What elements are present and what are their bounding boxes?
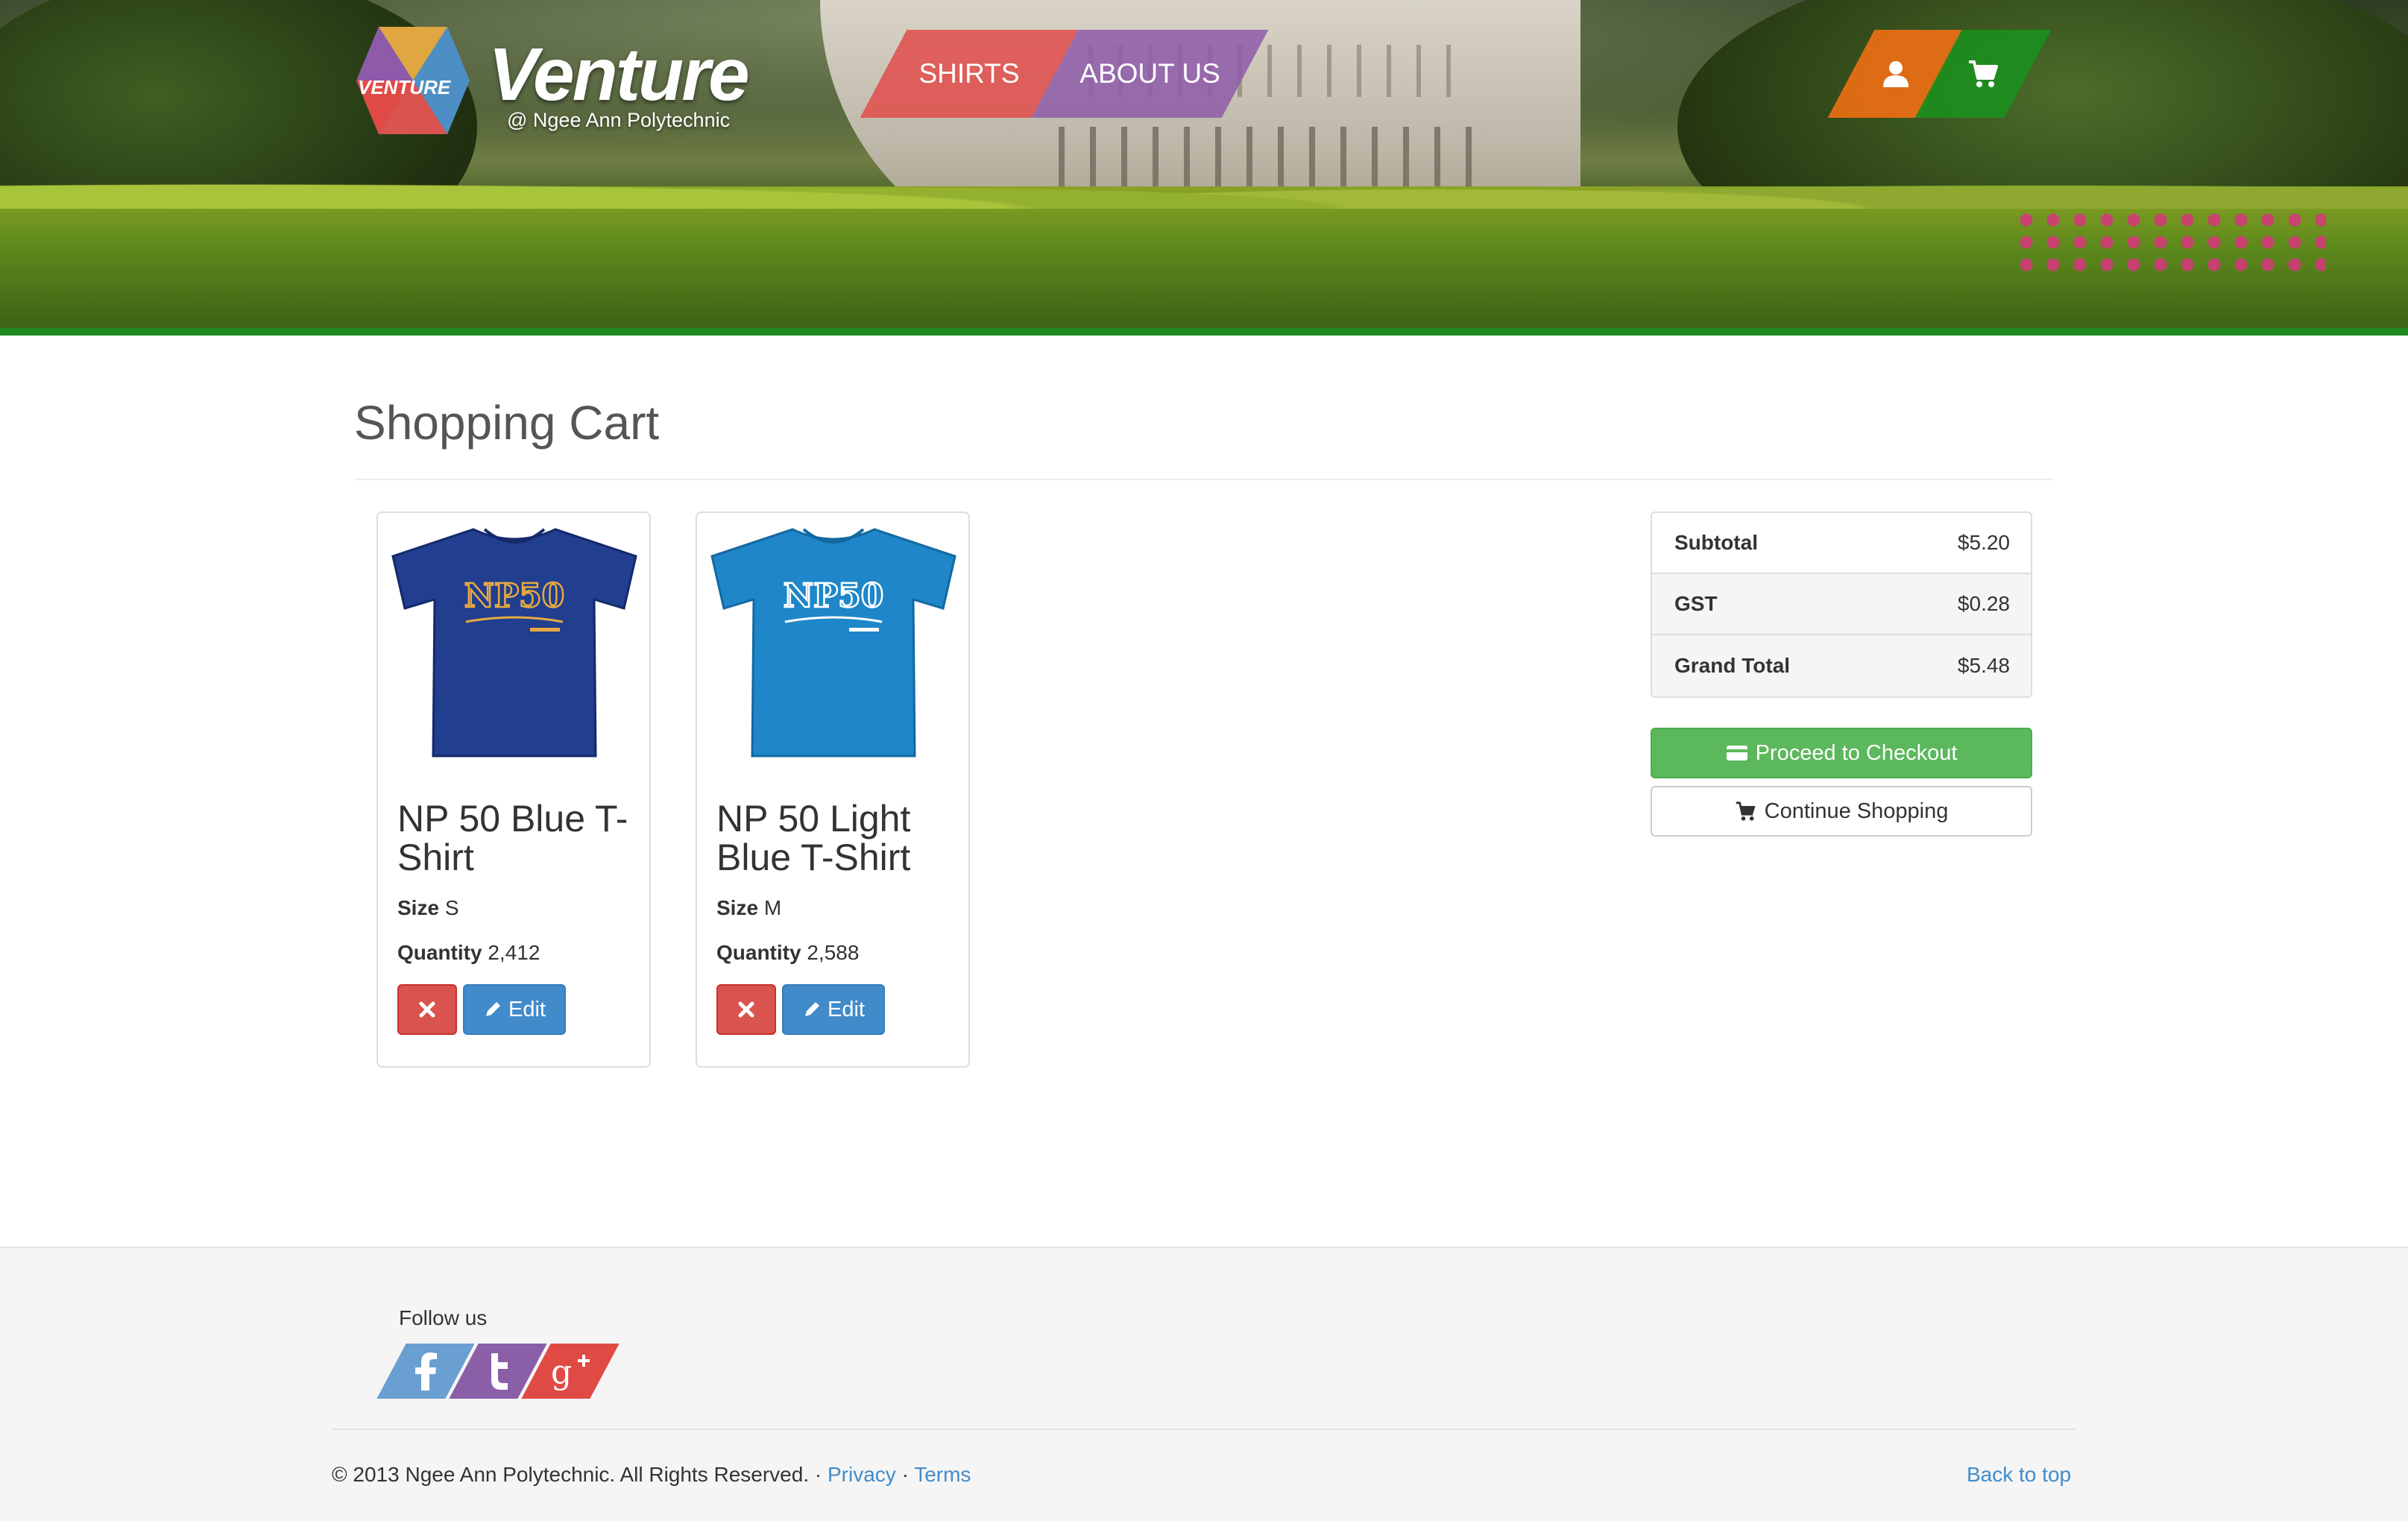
edit-item-button[interactable]: Edit: [463, 984, 566, 1035]
brand-name: Venture: [488, 33, 750, 116]
size-label: Size: [397, 896, 440, 919]
subtotal-row: Subtotal $5.20: [1652, 513, 2031, 574]
nav-about-us-label: ABOUT US: [1079, 58, 1220, 89]
product-name: NP 50 Blue T-Shirt: [397, 798, 628, 878]
gst-row: GST $0.28: [1652, 574, 2031, 635]
cart-button[interactable]: [1914, 30, 2052, 118]
size-value: M: [763, 896, 782, 919]
pencil-icon: [486, 1002, 500, 1016]
svg-text:g: g: [551, 1353, 572, 1391]
terms-link[interactable]: Terms: [914, 1463, 971, 1486]
order-summary-table: Subtotal $5.20 GST $0.28 Grand Total $5.…: [1651, 511, 2032, 698]
twitter-link[interactable]: [449, 1344, 547, 1399]
facebook-icon: [415, 1352, 437, 1391]
cart-icon: [1736, 802, 1756, 821]
product-image: NP50: [391, 528, 637, 758]
back-to-top-link[interactable]: Back to top: [1967, 1463, 2071, 1487]
proceed-to-checkout-button[interactable]: Proceed to Checkout: [1651, 728, 2032, 778]
credit-card-icon: [1726, 746, 1747, 760]
product-quantity: Quantity 2,588: [716, 941, 859, 965]
cart-icon: [1969, 60, 1998, 87]
user-icon: [1883, 61, 1909, 87]
remove-item-button[interactable]: [397, 984, 457, 1035]
copyright-text: © 2013 Ngee Ann Polytechnic. All Rights …: [332, 1463, 822, 1486]
remove-icon: [419, 1001, 435, 1018]
brand-tagline: @ Ngee Ann Polytechnic: [507, 109, 731, 131]
quantity-value: 2,412: [488, 941, 540, 964]
product-quantity: Quantity 2,412: [397, 941, 540, 965]
quantity-label: Quantity: [716, 941, 801, 964]
subtotal-value: $5.20: [1957, 531, 2010, 554]
cart-item: NP50 NP 50 Light Blue T-Shirt Size M Qua…: [696, 511, 970, 1068]
logo-hexagon-icon: VENTURE: [356, 27, 470, 134]
twitter-icon: [491, 1353, 508, 1390]
shirt-print-text: NP50: [784, 577, 884, 615]
subtotal-label: Subtotal: [1674, 531, 1758, 554]
edit-label: Edit: [508, 997, 546, 1021]
privacy-link[interactable]: Privacy: [828, 1463, 896, 1486]
grand-total-label: Grand Total: [1674, 654, 1791, 677]
product-size: Size S: [397, 896, 459, 920]
gst-label: GST: [1674, 592, 1718, 615]
quantity-value: 2,588: [807, 941, 860, 964]
product-image: NP50: [710, 528, 956, 758]
edit-label: Edit: [828, 997, 865, 1021]
nav-shirts-label: SHIRTS: [918, 58, 1020, 89]
grand-total-value: $5.48: [1957, 654, 2010, 677]
checkout-label: Proceed to Checkout: [1755, 740, 1958, 765]
remove-item-button[interactable]: [716, 984, 776, 1035]
footer-divider: [332, 1429, 2076, 1430]
continue-label: Continue Shopping: [1764, 799, 1949, 823]
header-banner: VENTURE Venture @ Ngee Ann Polytechnic S…: [0, 0, 2408, 336]
pencil-icon: [805, 1002, 819, 1016]
google-plus-icon: g: [551, 1353, 590, 1391]
remove-icon: [738, 1001, 754, 1018]
size-value: S: [444, 896, 459, 919]
page-title: Shopping Cart: [354, 396, 660, 450]
logo-badge-text: VENTURE: [358, 76, 451, 98]
copyright-line: © 2013 Ngee Ann Polytechnic. All Rights …: [332, 1463, 971, 1487]
follow-us-label: Follow us: [399, 1306, 488, 1329]
edit-item-button[interactable]: Edit: [782, 984, 885, 1035]
nav-about-us[interactable]: ABOUT US: [1031, 30, 1269, 118]
gst-value: $0.28: [1957, 592, 2010, 615]
google-plus-link[interactable]: g: [521, 1344, 620, 1399]
header-accent-bar: [0, 328, 2408, 336]
shirt-print-text: NP50: [464, 577, 565, 615]
product-size: Size M: [716, 896, 781, 920]
link-separator: ·: [901, 1463, 909, 1486]
tshirt-shape: [710, 528, 956, 758]
banner-flowers: [2013, 209, 2326, 276]
brand-logo[interactable]: VENTURE Venture @ Ngee Ann Polytechnic: [350, 21, 768, 144]
tshirt-shape: [391, 528, 637, 758]
grand-total-row: Grand Total $5.48: [1652, 635, 2031, 696]
cart-item: NP50 NP 50 Blue T-Shirt Size S Quantity …: [376, 511, 651, 1068]
size-label: Size: [716, 896, 759, 919]
title-divider: [354, 479, 2054, 480]
product-name: NP 50 Light Blue T-Shirt: [716, 798, 911, 878]
continue-shopping-button[interactable]: Continue Shopping: [1651, 786, 2032, 837]
quantity-label: Quantity: [397, 941, 482, 964]
facebook-link[interactable]: [376, 1344, 475, 1399]
nav-shirts[interactable]: SHIRTS: [860, 30, 1079, 118]
